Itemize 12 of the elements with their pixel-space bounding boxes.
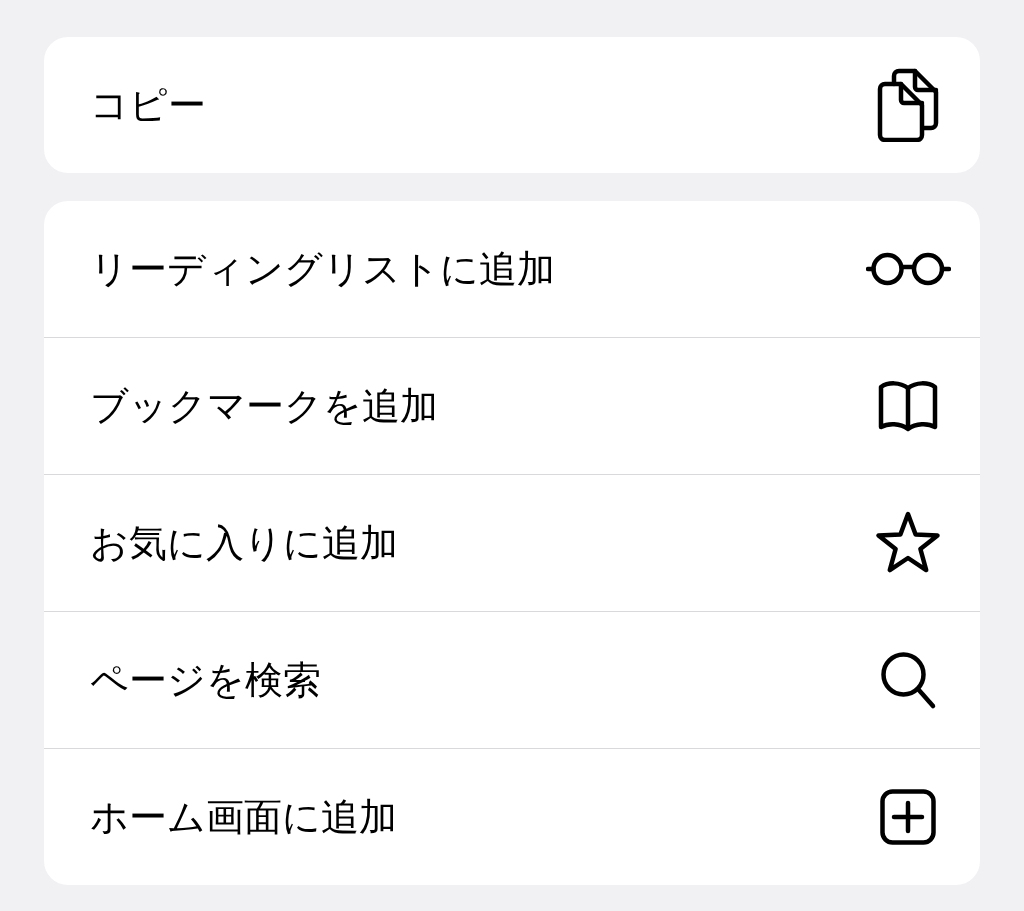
book-icon <box>877 379 939 433</box>
menu-item[interactable]: ブックマークを追加 <box>44 337 980 474</box>
search-icon <box>878 649 938 711</box>
documents-icon <box>877 68 939 142</box>
menu-item[interactable]: お気に入りに追加 <box>44 474 980 611</box>
menu-item[interactable]: ホーム画面に追加 <box>44 748 980 885</box>
plus-in-square-icon <box>880 789 936 845</box>
glasses-icon <box>865 252 951 286</box>
menu-item[interactable]: コピー <box>44 37 980 173</box>
star-icon <box>875 511 941 575</box>
menu-item[interactable]: リーディングリストに追加 <box>44 201 980 337</box>
menu-item[interactable]: ページを検索 <box>44 611 980 748</box>
